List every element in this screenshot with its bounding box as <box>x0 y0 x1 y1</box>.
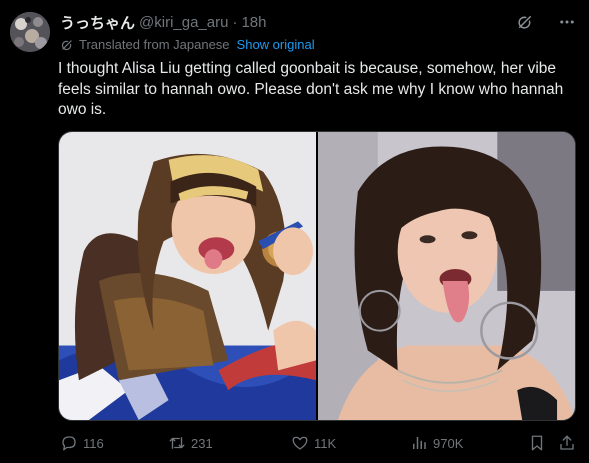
media-grid <box>58 131 576 421</box>
translate-icon <box>61 39 72 50</box>
like-button[interactable]: 11K <box>291 434 336 452</box>
action-bar: 116 231 11K 970K <box>58 432 578 454</box>
retweet-count: 231 <box>191 435 213 451</box>
display-name[interactable]: うっちゃん <box>60 12 135 33</box>
views-button[interactable]: 970K <box>410 434 463 452</box>
reply-button[interactable]: 116 <box>60 434 104 452</box>
translation-label: Translated from Japanese <box>79 37 230 52</box>
timestamp[interactable]: 18h <box>241 14 266 31</box>
retweet-icon <box>169 437 185 449</box>
views-icon <box>413 437 426 449</box>
heart-icon <box>292 436 308 450</box>
tweet-text: I thought Alisa Liu getting called goonb… <box>58 60 564 118</box>
like-count: 11K <box>314 435 337 451</box>
separator-dot: · <box>232 13 238 31</box>
retweet-button[interactable]: 231 <box>168 434 213 452</box>
user-handle[interactable]: @kiri_ga_aru <box>139 14 228 31</box>
tweet-header: うっちゃん @kiri_ga_aru · 18h <box>60 12 266 32</box>
tweet-top-actions <box>515 12 577 32</box>
media-photo-left[interactable] <box>59 132 316 420</box>
translation-notice: Translated from Japanese Show original <box>60 37 315 52</box>
bookmark-icon <box>531 435 543 451</box>
share-icon <box>560 435 574 450</box>
tweet[interactable]: うっちゃん @kiri_ga_aru · 18h Translated from… <box>0 0 589 463</box>
show-original-link[interactable]: Show original <box>237 37 315 52</box>
media-photo-right[interactable] <box>318 132 575 420</box>
avatar[interactable] <box>10 12 50 52</box>
views-count: 970K <box>433 435 464 451</box>
share-button[interactable] <box>558 434 576 452</box>
bookmark-button[interactable] <box>528 434 546 452</box>
more-icon[interactable] <box>557 12 577 32</box>
grok-icon[interactable] <box>515 12 535 32</box>
reply-count: 116 <box>83 435 104 451</box>
reply-icon <box>62 436 76 451</box>
